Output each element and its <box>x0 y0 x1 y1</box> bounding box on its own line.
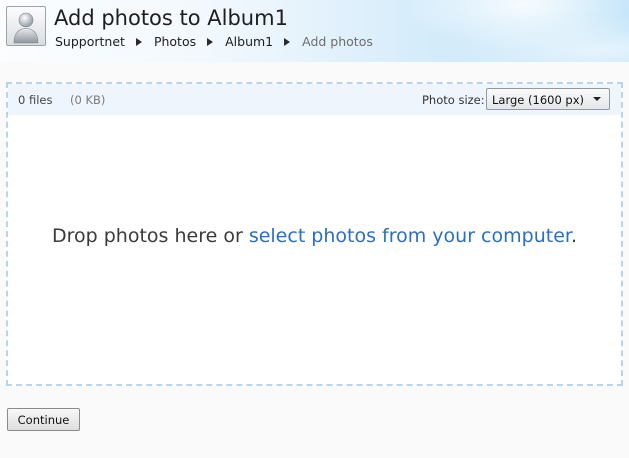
photo-size-label: Photo size: <box>422 93 485 107</box>
breadcrumb-album-link[interactable]: Album1 <box>225 34 273 49</box>
photo-size-select[interactable]: Large (1600 px) <box>486 88 610 110</box>
breadcrumb-supportnet-link[interactable]: Supportnet <box>55 34 125 49</box>
drop-instructions: Drop photos here or select photos from y… <box>8 225 621 247</box>
continue-button[interactable]: Continue <box>7 408 80 431</box>
drop-text-suffix: . <box>570 225 577 247</box>
person-icon <box>6 6 46 46</box>
breadcrumb-photos-link[interactable]: Photos <box>154 34 196 49</box>
breadcrumb-arrow-icon <box>135 37 142 46</box>
upload-info-bar: 0 files (0 KB) Photo size: Large (1600 p… <box>8 84 621 115</box>
photo-drop-zone[interactable]: 0 files (0 KB) Photo size: Large (1600 p… <box>6 82 623 386</box>
page-title: Add photos to Album1 <box>54 6 288 30</box>
header-decoration <box>369 0 629 62</box>
total-file-size: (0 KB) <box>70 93 106 107</box>
breadcrumb-arrow-icon <box>207 37 214 46</box>
chevron-down-icon <box>593 97 601 101</box>
file-count: 0 files <box>18 93 53 107</box>
drop-text-prefix: Drop photos here or <box>51 225 249 247</box>
select-photos-link[interactable]: select photos from your computer <box>249 225 571 247</box>
breadcrumb-current-page: Add photos <box>302 34 373 49</box>
breadcrumb-arrow-icon <box>284 37 291 46</box>
breadcrumb: Supportnet Photos Album1 Add photos <box>55 34 373 49</box>
page-header: Add photos to Album1 Supportnet Photos A… <box>0 0 629 62</box>
photo-size-value: Large (1600 px) <box>492 93 585 107</box>
